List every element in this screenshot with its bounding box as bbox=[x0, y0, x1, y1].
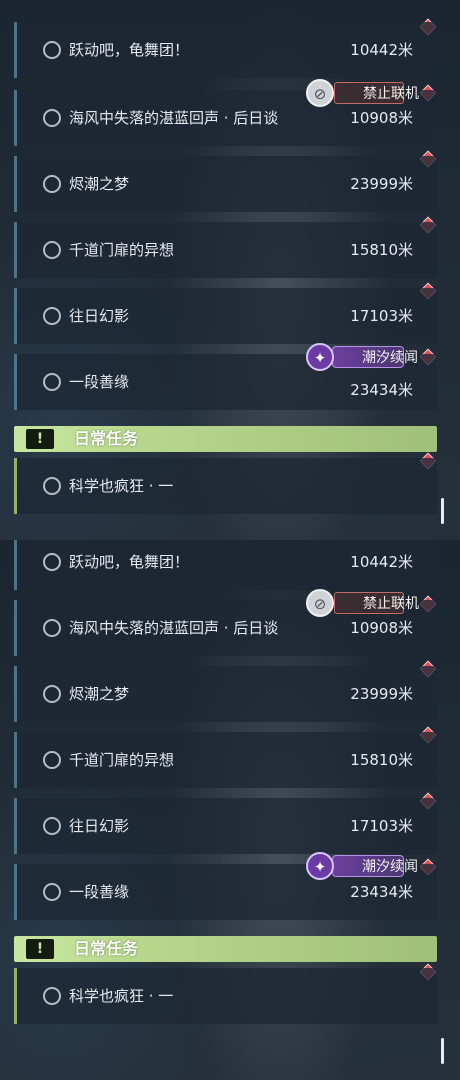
quest-row[interactable]: 千道门扉的异想 15810米 bbox=[14, 732, 437, 788]
quest-title: 跃动吧，龟舞团！ bbox=[69, 553, 190, 571]
quest-distance: 15810米 bbox=[350, 241, 413, 259]
quest-title: 海风中失落的湛蓝回声 · 后日谈 bbox=[69, 619, 279, 637]
tide-sparkle-icon: ✦ bbox=[306, 343, 334, 371]
radio-circle-icon[interactable] bbox=[43, 41, 61, 59]
badge-label: 潮汐续闻 bbox=[362, 859, 418, 875]
quest-distance: 10442米 bbox=[350, 41, 413, 59]
quest-row[interactable]: 往日幻影 17103米 bbox=[14, 288, 437, 344]
section-title: 日常任务 bbox=[74, 939, 139, 958]
quest-title: 跃动吧，龟舞团！ bbox=[69, 41, 190, 59]
quest-title: 科学也疯狂 · 一 bbox=[69, 987, 174, 1005]
radio-circle-icon[interactable] bbox=[43, 685, 61, 703]
quest-distance: 15810米 bbox=[350, 751, 413, 769]
radio-circle-icon[interactable] bbox=[43, 307, 61, 325]
radio-circle-icon[interactable] bbox=[43, 477, 61, 495]
quest-distance: 23999米 bbox=[350, 685, 413, 703]
badge-label: 潮汐续闻 bbox=[362, 350, 418, 366]
exclamation-icon: ! bbox=[26, 429, 54, 449]
quest-title: 千道门扉的异想 bbox=[69, 241, 175, 259]
radio-circle-icon[interactable] bbox=[43, 175, 61, 193]
exclamation-icon: ! bbox=[26, 939, 54, 959]
daily-quest-section-header[interactable]: ! 日常任务 bbox=[14, 936, 437, 962]
tide-sparkle-icon: ✦ bbox=[306, 852, 334, 880]
radio-circle-icon[interactable] bbox=[43, 619, 61, 637]
radio-circle-icon[interactable] bbox=[43, 883, 61, 901]
no-coop-badge: 禁止联机 bbox=[334, 82, 419, 104]
quest-title: 烬潮之梦 bbox=[69, 685, 130, 703]
quest-row-daily[interactable]: 科学也疯狂 · 一 bbox=[14, 968, 437, 1024]
badge-label: 禁止联机 bbox=[363, 86, 419, 102]
quest-distance: 17103米 bbox=[350, 817, 413, 835]
section-title: 日常任务 bbox=[74, 429, 139, 448]
no-coop-icon: ⊘ bbox=[306, 589, 334, 617]
radio-circle-icon[interactable] bbox=[43, 817, 61, 835]
radio-circle-icon[interactable] bbox=[43, 987, 61, 1005]
radio-circle-icon[interactable] bbox=[43, 241, 61, 259]
quest-title: 海风中失落的湛蓝回声 · 后日谈 bbox=[69, 109, 279, 127]
quest-row[interactable]: 跃动吧，龟舞团！ 10442米 bbox=[14, 22, 437, 78]
radio-circle-icon[interactable] bbox=[43, 373, 61, 391]
quest-distance: 17103米 bbox=[350, 307, 413, 325]
quest-distance: 10442米 bbox=[350, 553, 413, 571]
no-coop-icon: ⊘ bbox=[306, 79, 334, 107]
quest-title: 往日幻影 bbox=[69, 307, 130, 325]
tide-badge: 潮汐续闻 bbox=[332, 346, 418, 368]
quest-distance: 23434米 bbox=[350, 381, 413, 399]
no-coop-badge: 禁止联机 bbox=[334, 592, 419, 614]
quest-distance: 23999米 bbox=[350, 175, 413, 193]
quest-title: 千道门扉的异想 bbox=[69, 751, 175, 769]
quest-list-panel-top: 跃动吧，龟舞团！ 10442米 海风中失落的湛蓝回声 · 后日谈 10908米 … bbox=[0, 0, 460, 540]
quest-title: 科学也疯狂 · 一 bbox=[69, 477, 174, 495]
quest-row-daily[interactable]: 科学也疯狂 · 一 bbox=[14, 458, 437, 514]
quest-title: 烬潮之梦 bbox=[69, 175, 130, 193]
quest-row[interactable]: 烬潮之梦 23999米 bbox=[14, 156, 437, 212]
quest-title: 一段善缘 bbox=[69, 373, 130, 391]
radio-circle-icon[interactable] bbox=[43, 751, 61, 769]
quest-list-panel-bottom: 跃动吧，龟舞团！ 10442米 海风中失落的湛蓝回声 · 后日谈 10908米 … bbox=[0, 540, 460, 1080]
quest-row[interactable]: 跃动吧，龟舞团！ 10442米 bbox=[14, 540, 437, 590]
badge-label: 禁止联机 bbox=[363, 596, 419, 612]
radio-circle-icon[interactable] bbox=[43, 553, 61, 571]
quest-title: 一段善缘 bbox=[69, 883, 130, 901]
quest-title: 往日幻影 bbox=[69, 817, 130, 835]
quest-row[interactable]: 烬潮之梦 23999米 bbox=[14, 666, 437, 722]
quest-row[interactable]: 千道门扉的异想 15810米 bbox=[14, 222, 437, 278]
scrollbar-thumb[interactable] bbox=[441, 498, 444, 524]
radio-circle-icon[interactable] bbox=[43, 109, 61, 127]
quest-row[interactable]: 往日幻影 17103米 bbox=[14, 798, 437, 854]
daily-quest-section-header[interactable]: ! 日常任务 bbox=[14, 426, 437, 452]
tide-badge: 潮汐续闻 bbox=[332, 855, 418, 877]
scrollbar-thumb[interactable] bbox=[441, 1038, 444, 1064]
